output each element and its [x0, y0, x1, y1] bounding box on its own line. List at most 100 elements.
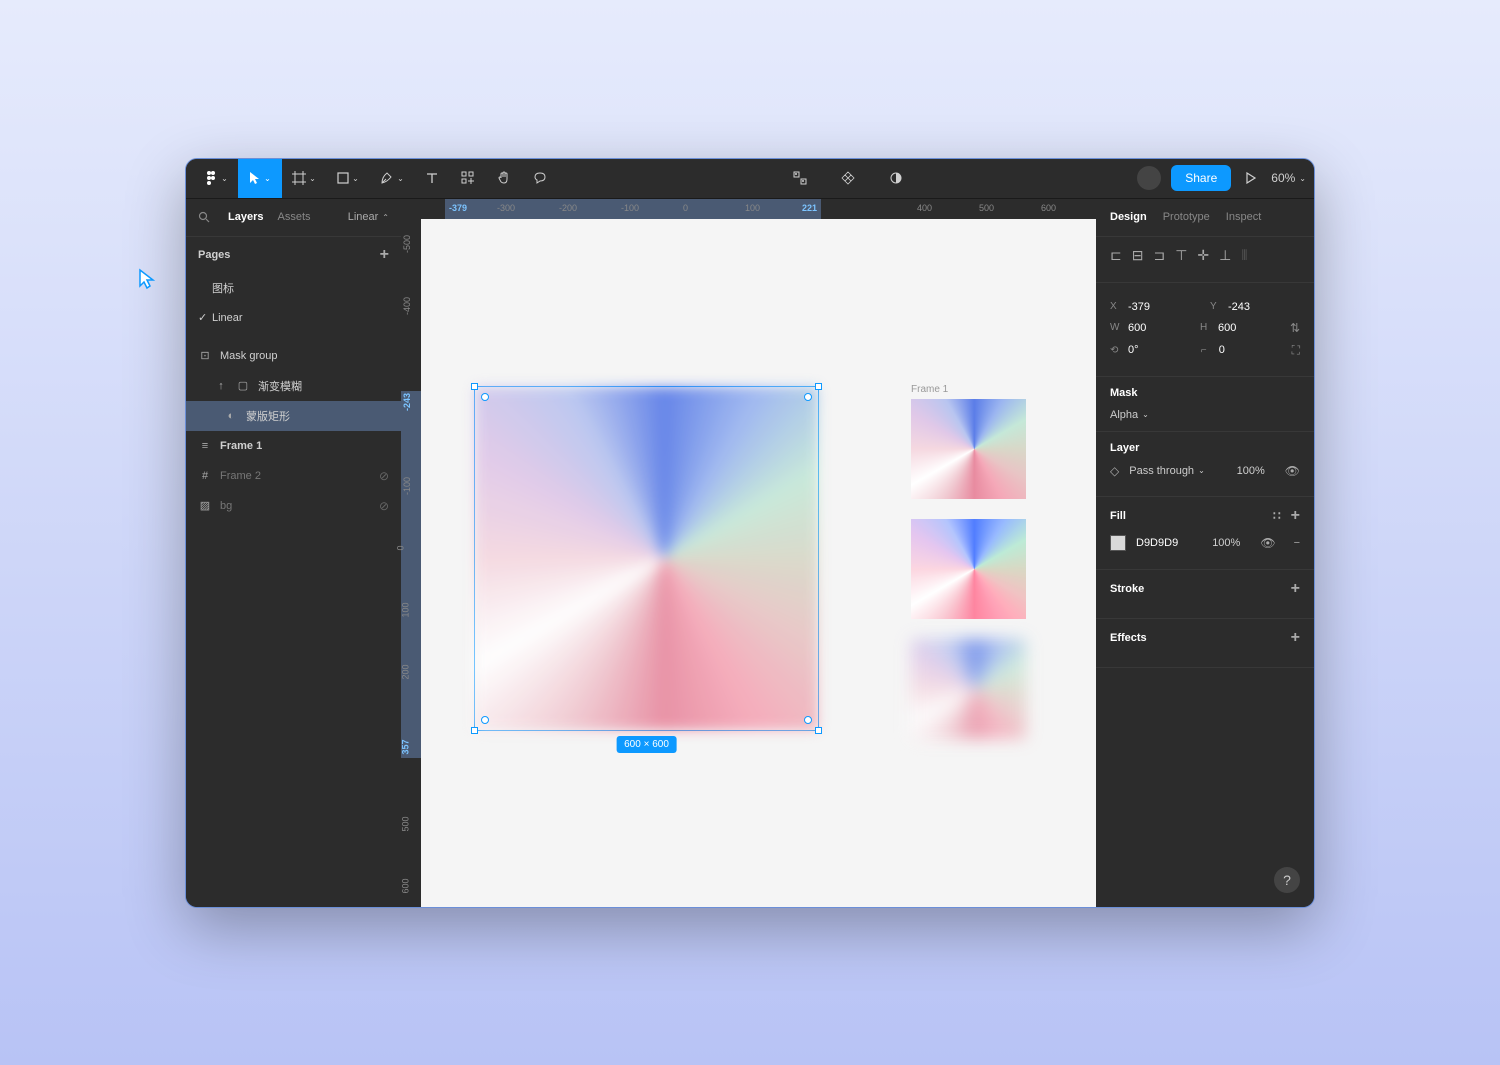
frame-tool-button[interactable]: ⌄	[282, 158, 326, 198]
selected-artboard[interactable]: 600 × 600	[474, 386, 819, 731]
fill-opacity[interactable]: 100%	[1212, 537, 1240, 549]
user-avatar[interactable]	[1137, 166, 1161, 190]
shape-tool-button[interactable]: ⌄	[326, 158, 370, 198]
pen-tool-button[interactable]: ⌄	[370, 158, 414, 198]
boolean-button[interactable]	[878, 158, 914, 198]
page-item[interactable]: 图标	[186, 273, 401, 303]
align-left-icon[interactable]: ⊏	[1110, 247, 1122, 264]
left-panel: Layers Assets Linear⌃ Pages + 图标 ✓Linear…	[186, 199, 401, 907]
corner-radius-handle[interactable]	[804, 716, 812, 724]
add-stroke-button[interactable]: +	[1291, 580, 1300, 598]
fill-hex[interactable]: D9D9D9	[1136, 537, 1178, 549]
fill-visibility[interactable]: 👁	[1260, 536, 1275, 550]
zoom-control[interactable]: 60%⌄	[1271, 171, 1306, 185]
right-panel: Design Prototype Inspect ⊏ ⊟ ⊐ ⊤ ✛ ⊥ ⦀ X…	[1096, 199, 1314, 907]
blend-icon: ◇	[1110, 464, 1119, 478]
resize-handle-sw[interactable]	[471, 727, 478, 734]
height-input[interactable]: H600	[1200, 322, 1280, 334]
layer-mask-group[interactable]: ⊡ Mask group	[186, 341, 401, 371]
share-button[interactable]: Share	[1171, 165, 1231, 191]
app-window: ⌄ ⌄ ⌄ ⌄ ⌄	[185, 158, 1315, 908]
check-icon: ✓	[198, 311, 212, 324]
search-icon[interactable]	[198, 211, 214, 223]
text-tool-button[interactable]	[414, 158, 450, 198]
comment-tool-button[interactable]	[522, 158, 558, 198]
thumb-frame1[interactable]	[911, 399, 1026, 499]
ruler-horizontal: -379 221 -300 -200 -100 0 100 400 500 60…	[421, 199, 1096, 219]
align-bottom-icon[interactable]: ⊥	[1219, 247, 1231, 264]
present-button[interactable]	[1241, 158, 1261, 198]
move-tool-button[interactable]: ⌄	[238, 158, 282, 198]
component-icon	[793, 171, 807, 185]
pages-title: Pages	[198, 249, 230, 261]
thumb-frame2[interactable]	[911, 519, 1026, 619]
align-top-icon[interactable]: ⊤	[1175, 247, 1187, 264]
main-menu-button[interactable]: ⌄	[194, 158, 238, 198]
main-area: Layers Assets Linear⌃ Pages + 图标 ✓Linear…	[186, 199, 1314, 907]
canvas[interactable]: 600 × 600 Frame 1	[421, 219, 1096, 907]
arrow-up-icon: ↑	[214, 379, 228, 393]
thumb-frame3[interactable]	[911, 639, 1026, 739]
frame-icon: ≡	[198, 439, 212, 453]
resize-handle-se[interactable]	[815, 727, 822, 734]
blend-mode-dropdown[interactable]: Pass through⌄	[1129, 465, 1205, 477]
corners-icon[interactable]: ⛶	[1292, 343, 1300, 358]
width-input[interactable]: W600	[1110, 322, 1190, 334]
resources-button[interactable]	[450, 158, 486, 198]
mask-button[interactable]	[830, 158, 866, 198]
frame-label[interactable]: Frame 1	[911, 384, 948, 395]
stroke-section-title: Stroke +	[1110, 580, 1300, 598]
corner-radius-handle[interactable]	[481, 393, 489, 401]
hidden-icon[interactable]: ⊘	[379, 469, 389, 483]
align-center-v-icon[interactable]: ✛	[1197, 247, 1209, 264]
mask-group-icon: ⊡	[198, 349, 212, 363]
inspect-tab[interactable]: Inspect	[1226, 211, 1261, 223]
component-button[interactable]	[782, 158, 818, 198]
mask-mode-dropdown[interactable]: Alpha⌄	[1110, 409, 1300, 421]
layers-tab[interactable]: Layers	[228, 211, 263, 223]
gradient-fill	[475, 387, 818, 730]
rectangle-icon	[337, 172, 349, 184]
align-controls: ⊏ ⊟ ⊐ ⊤ ✛ ⊥ ⦀	[1110, 247, 1300, 272]
link-dims-icon[interactable]: ⇅	[1290, 321, 1300, 335]
design-tab[interactable]: Design	[1110, 211, 1147, 223]
add-page-button[interactable]: +	[380, 246, 389, 264]
canvas-area[interactable]: -379 221 -300 -200 -100 0 100 400 500 60…	[401, 199, 1096, 907]
align-right-icon[interactable]: ⊐	[1153, 247, 1165, 264]
remove-fill-button[interactable]: −	[1294, 537, 1300, 549]
hand-tool-button[interactable]	[486, 158, 522, 198]
layer-frame2[interactable]: # Frame 2 ⊘	[186, 461, 401, 491]
layer-mask-rect[interactable]: ◐ 蒙版矩形	[186, 401, 401, 431]
add-effect-button[interactable]: +	[1291, 629, 1300, 647]
mask-section-title: Mask	[1110, 387, 1300, 399]
page-item-current[interactable]: ✓Linear	[186, 303, 401, 333]
rotation-input[interactable]: ⟲0°	[1110, 344, 1191, 356]
assets-tab[interactable]: Assets	[277, 211, 310, 223]
add-fill-button[interactable]: +	[1291, 507, 1300, 525]
frame-icon: #	[198, 469, 212, 483]
prototype-tab[interactable]: Prototype	[1163, 211, 1210, 223]
fill-swatch[interactable]	[1110, 535, 1126, 551]
layer-opacity[interactable]: 100%	[1237, 465, 1265, 477]
y-input[interactable]: Y-243	[1210, 301, 1300, 313]
hand-icon	[497, 171, 511, 185]
x-input[interactable]: X-379	[1110, 301, 1200, 313]
corner-radius-handle[interactable]	[481, 716, 489, 724]
align-center-h-icon[interactable]: ⊟	[1132, 247, 1144, 264]
layer-bg[interactable]: ▨ bg ⊘	[186, 491, 401, 521]
layer-gradient-blur[interactable]: ↑ ▢ 渐变模糊	[186, 371, 401, 401]
style-icon[interactable]: ∷	[1273, 509, 1281, 523]
hidden-icon[interactable]: ⊘	[379, 499, 389, 513]
corner-radius-handle[interactable]	[804, 393, 812, 401]
half-circle-icon	[889, 171, 903, 185]
help-button[interactable]: ?	[1274, 867, 1300, 893]
resize-handle-ne[interactable]	[815, 383, 822, 390]
cursor-icon	[249, 171, 261, 185]
corner-input[interactable]: ⌐0	[1201, 344, 1282, 356]
ruler-corner	[401, 199, 421, 219]
visibility-toggle[interactable]: 👁	[1285, 464, 1300, 478]
layer-frame1[interactable]: ≡ Frame 1	[186, 431, 401, 461]
resize-handle-nw[interactable]	[471, 383, 478, 390]
page-filter[interactable]: Linear⌃	[348, 211, 389, 223]
diamond-icon	[841, 171, 855, 185]
